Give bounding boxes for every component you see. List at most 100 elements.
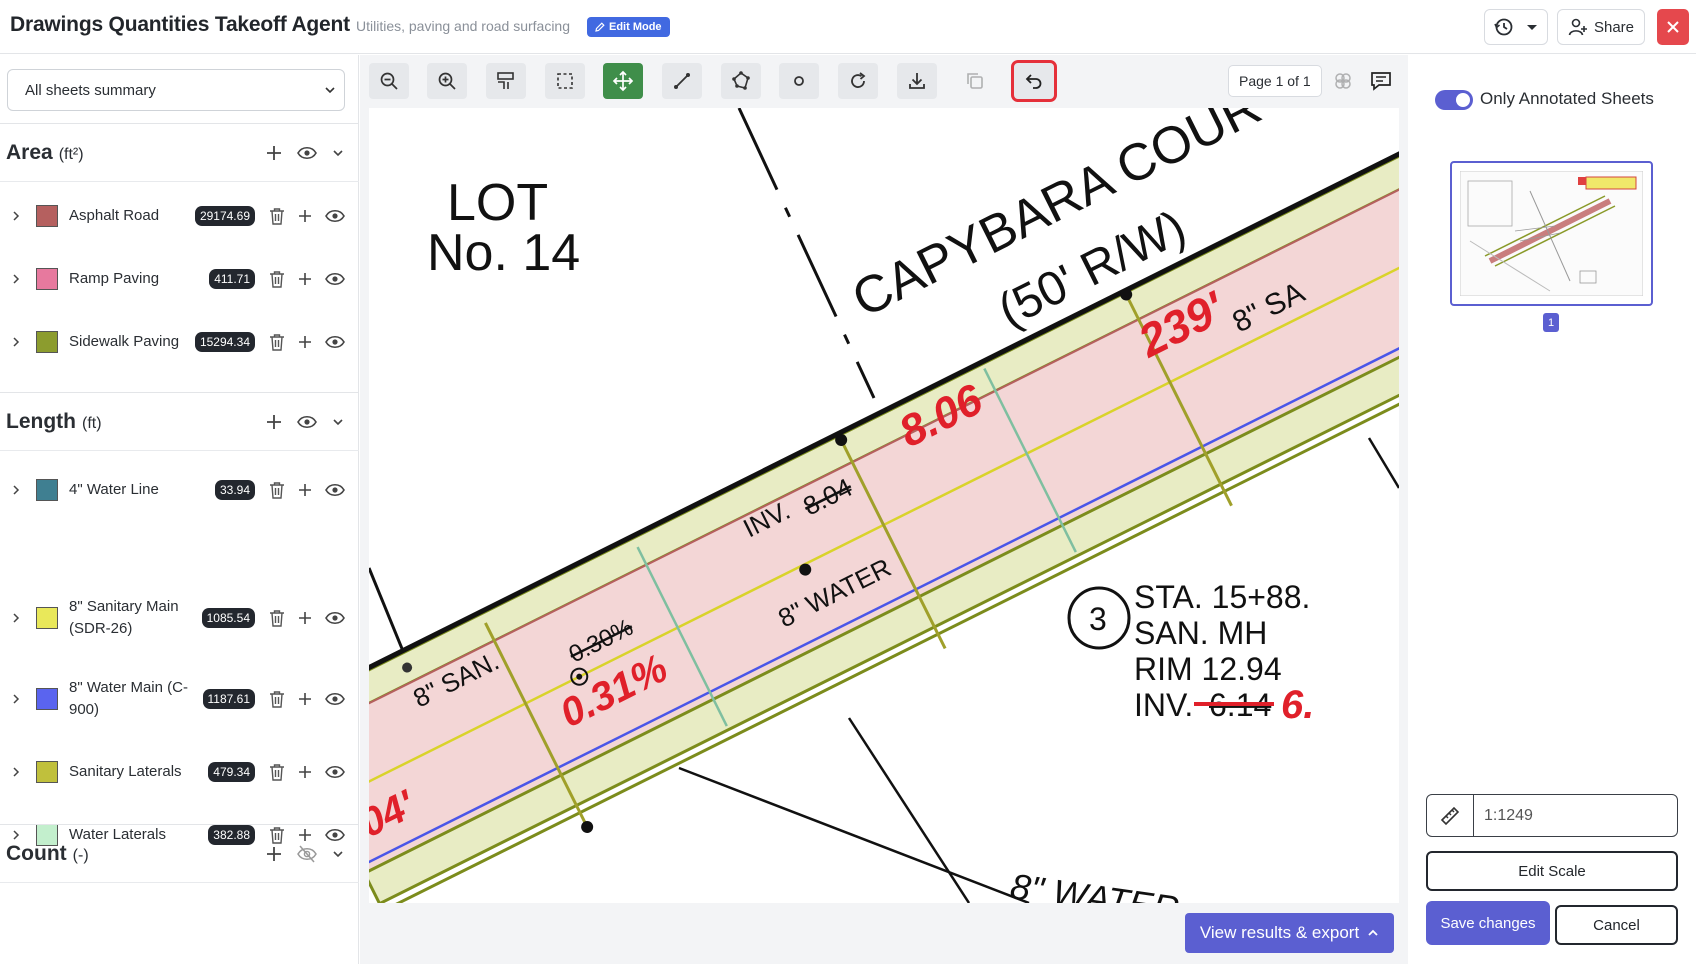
- scale-field[interactable]: 1:1249: [1426, 794, 1678, 837]
- drawing-svg[interactable]: LOT No. 14 CAPYBARA COUR (50' R/W) 239' …: [369, 108, 1399, 903]
- eye-icon[interactable]: [325, 271, 345, 287]
- color-swatch[interactable]: [36, 607, 58, 629]
- sheet-select-value: All sheets summary: [25, 81, 156, 99]
- add-icon[interactable]: [265, 144, 283, 162]
- color-swatch[interactable]: [36, 479, 58, 501]
- edit-scale-button[interactable]: Edit Scale: [1426, 851, 1678, 891]
- trash-icon[interactable]: [269, 207, 285, 225]
- item-value-badge: 1187.61: [202, 689, 255, 709]
- undo-button[interactable]: [1011, 60, 1057, 102]
- comment-icon: [1371, 72, 1391, 91]
- list-item[interactable]: Sanitary Laterals 479.34: [0, 751, 359, 793]
- select-area-button[interactable]: [545, 63, 585, 99]
- close-icon: [1667, 21, 1679, 33]
- add-icon[interactable]: [298, 765, 312, 779]
- history-button[interactable]: [1484, 9, 1548, 45]
- share-button[interactable]: Share: [1557, 9, 1645, 45]
- list-item[interactable]: 4" Water Line 33.94: [0, 469, 359, 511]
- view-results-export-button[interactable]: View results & export: [1185, 913, 1394, 953]
- sheet-thumbnail[interactable]: [1450, 161, 1653, 306]
- app-header: Drawings Quantities Takeoff Agent Utilit…: [0, 0, 1696, 54]
- add-icon[interactable]: [298, 692, 312, 706]
- ai-button[interactable]: [1328, 63, 1358, 99]
- sheet-thumbnail-image: [1459, 170, 1644, 297]
- eye-icon[interactable]: [325, 334, 345, 350]
- zoom-out-icon: [380, 72, 398, 90]
- pan-button[interactable]: [603, 63, 643, 99]
- eye-off-icon[interactable]: [297, 845, 317, 863]
- eye-icon[interactable]: [297, 414, 317, 430]
- color-swatch[interactable]: [36, 761, 58, 783]
- eye-icon[interactable]: [297, 145, 317, 161]
- list-item[interactable]: Asphalt Road 29174.69: [0, 195, 359, 237]
- download-button[interactable]: [897, 63, 937, 99]
- point-tool-button[interactable]: [779, 63, 819, 99]
- chevron-right-icon[interactable]: [10, 612, 22, 624]
- save-changes-button[interactable]: Save changes: [1426, 901, 1550, 945]
- trash-icon[interactable]: [269, 763, 285, 781]
- chevron-right-icon[interactable]: [10, 766, 22, 778]
- add-icon[interactable]: [298, 335, 312, 349]
- add-icon[interactable]: [298, 272, 312, 286]
- rotate-button[interactable]: [838, 63, 878, 99]
- color-swatch[interactable]: [36, 688, 58, 710]
- trash-icon[interactable]: [269, 690, 285, 708]
- thumbnail-page-number: 1: [1543, 313, 1559, 332]
- eye-icon[interactable]: [325, 764, 345, 780]
- color-swatch[interactable]: [36, 331, 58, 353]
- copy-button[interactable]: [955, 63, 995, 99]
- trash-icon[interactable]: [269, 609, 285, 627]
- sheet-select[interactable]: All sheets summary: [7, 69, 345, 111]
- eye-icon[interactable]: [325, 482, 345, 498]
- water-pipe-label: 8" WATER: [1008, 865, 1182, 903]
- scale-value: 1:1249: [1484, 806, 1533, 824]
- only-annotated-toggle[interactable]: [1435, 90, 1473, 110]
- zoom-in-button[interactable]: [427, 63, 467, 99]
- comments-button[interactable]: [1364, 63, 1398, 99]
- trash-icon[interactable]: [269, 270, 285, 288]
- color-swatch[interactable]: [36, 205, 58, 227]
- color-swatch[interactable]: [36, 268, 58, 290]
- add-icon[interactable]: [298, 611, 312, 625]
- polygon-tool-button[interactable]: [721, 63, 761, 99]
- add-icon[interactable]: [298, 483, 312, 497]
- add-icon[interactable]: [298, 209, 312, 223]
- caret-down-icon: [1527, 25, 1537, 30]
- ruler-button[interactable]: [1427, 795, 1474, 836]
- list-item[interactable]: 8" Sanitary Main (SDR-26) 1085.54: [0, 595, 359, 641]
- chevron-down-icon[interactable]: [331, 415, 345, 429]
- trash-icon[interactable]: [269, 333, 285, 351]
- chevron-right-icon[interactable]: [10, 273, 22, 285]
- cancel-button[interactable]: Cancel: [1555, 905, 1678, 945]
- chevron-right-icon[interactable]: [10, 484, 22, 496]
- rotate-icon: [851, 72, 866, 88]
- chevron-right-icon[interactable]: [10, 336, 22, 348]
- edit-mode-badge[interactable]: Edit Mode: [587, 17, 670, 37]
- item-value-badge: 411.71: [209, 269, 255, 289]
- chevron-down-icon[interactable]: [331, 146, 345, 160]
- zoom-out-button[interactable]: [369, 63, 409, 99]
- add-icon[interactable]: [265, 845, 283, 863]
- drawing-viewport[interactable]: LOT No. 14 CAPYBARA COUR (50' R/W) 239' …: [369, 108, 1399, 903]
- item-value-badge: 1085.54: [201, 608, 255, 628]
- item-value-badge: 29174.69: [194, 206, 255, 226]
- chevron-right-icon[interactable]: [10, 693, 22, 705]
- section-area-title: Area (ft²): [6, 140, 84, 164]
- brain-icon: [1335, 73, 1351, 89]
- boundary-line: [737, 108, 876, 399]
- item-label: Ramp Paving: [69, 270, 160, 287]
- trash-icon[interactable]: [269, 481, 285, 499]
- chevron-right-icon[interactable]: [10, 210, 22, 222]
- add-icon[interactable]: [265, 413, 283, 431]
- close-button[interactable]: [1657, 9, 1689, 45]
- eye-icon[interactable]: [325, 208, 345, 224]
- list-item[interactable]: Ramp Paving 411.71: [0, 258, 359, 300]
- list-item[interactable]: Sidewalk Paving 15294.34: [0, 321, 359, 363]
- list-item[interactable]: 8" Water Main (C-900) 1187.61: [0, 676, 359, 722]
- line-tool-button[interactable]: [662, 63, 702, 99]
- chevron-down-icon[interactable]: [331, 847, 345, 861]
- eye-icon[interactable]: [325, 610, 345, 626]
- eye-icon[interactable]: [325, 691, 345, 707]
- node-number: 3: [1089, 601, 1107, 637]
- fit-page-button[interactable]: [486, 63, 526, 99]
